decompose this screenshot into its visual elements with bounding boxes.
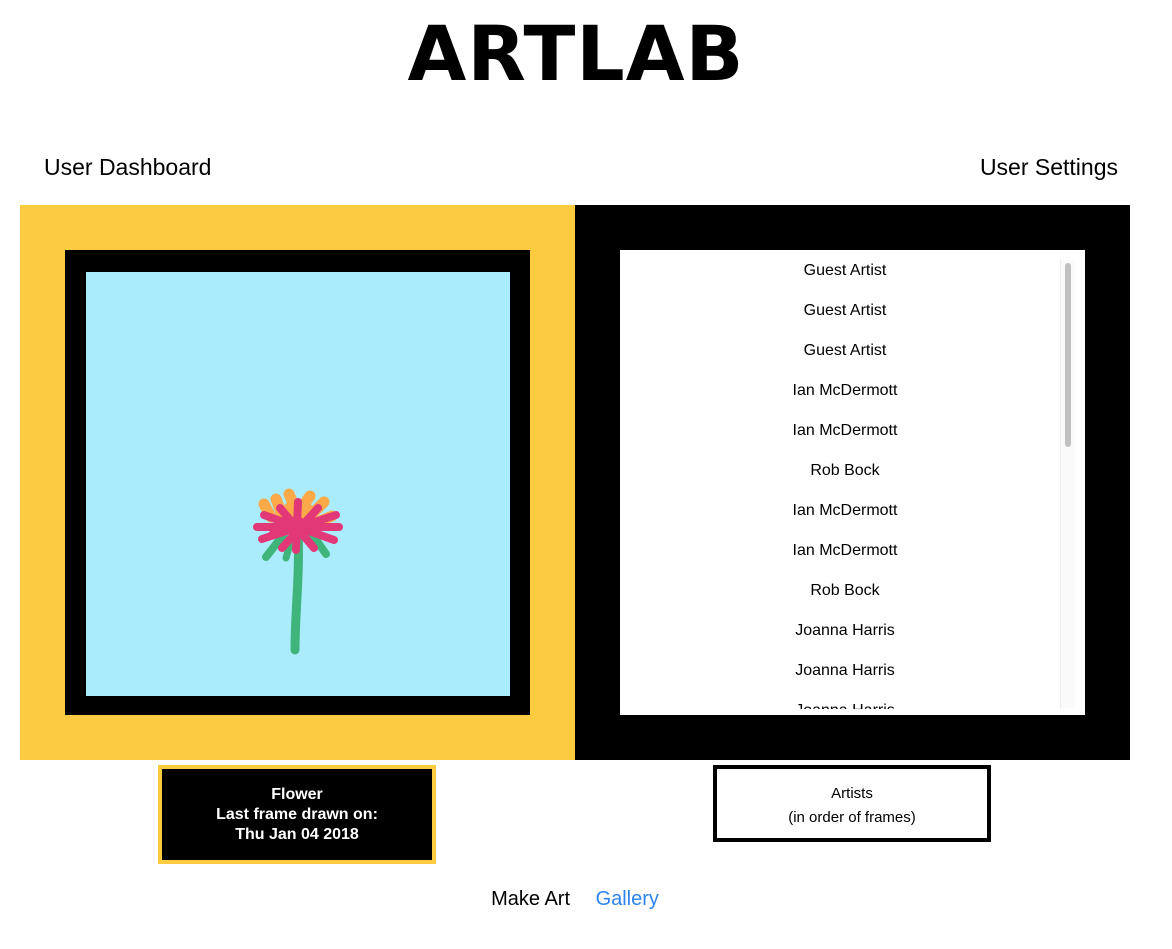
artist-items: Guest Artist Guest Artist Guest Artist I… xyxy=(620,250,1070,709)
list-item[interactable]: Ian McDermott xyxy=(620,531,1070,571)
artwork-caption: Flower Last frame drawn on: Thu Jan 04 2… xyxy=(158,765,436,864)
artists-caption-subtitle: (in order of frames) xyxy=(788,809,916,826)
list-item[interactable]: Guest Artist xyxy=(620,251,1070,291)
list-item[interactable]: Ian McDermott xyxy=(620,491,1070,531)
artists-caption: Artists (in order of frames) xyxy=(713,765,991,842)
artist-list[interactable]: Guest Artist Guest Artist Guest Artist I… xyxy=(620,250,1085,715)
gallery-link[interactable]: Gallery xyxy=(596,885,659,913)
list-item[interactable]: Guest Artist xyxy=(620,291,1070,331)
artwork-panel xyxy=(20,205,575,760)
user-dashboard-link[interactable]: User Dashboard xyxy=(44,152,211,182)
list-item[interactable]: Ian McDermott xyxy=(620,411,1070,451)
list-item[interactable]: Joanna Harris xyxy=(620,651,1070,691)
artist-list-scrollbar[interactable] xyxy=(1060,260,1075,708)
make-art-link[interactable]: Make Art xyxy=(491,885,570,913)
app-logo: ARTLAB xyxy=(407,9,745,98)
last-frame-date: Thu Jan 04 2018 xyxy=(235,826,359,843)
scrollbar-thumb[interactable] xyxy=(1065,263,1071,447)
artwork-frame xyxy=(65,250,530,715)
list-item[interactable]: Rob Bock xyxy=(620,451,1070,491)
artwork-title: Flower xyxy=(271,786,323,803)
last-frame-label: Last frame drawn on: xyxy=(216,806,378,823)
user-settings-link[interactable]: User Settings xyxy=(980,152,1118,182)
list-item[interactable]: Joanna Harris xyxy=(620,611,1070,651)
list-item[interactable]: Guest Artist xyxy=(620,331,1070,371)
list-item[interactable]: Joanna Harris xyxy=(620,691,1070,709)
artists-panel: Guest Artist Guest Artist Guest Artist I… xyxy=(575,205,1130,760)
list-item[interactable]: Rob Bock xyxy=(620,571,1070,611)
list-item[interactable]: Ian McDermott xyxy=(620,371,1070,411)
flower-drawing xyxy=(253,488,343,655)
artists-caption-title: Artists xyxy=(831,785,873,802)
footer-nav: Make Art Gallery xyxy=(0,885,1150,913)
artwork-canvas[interactable] xyxy=(86,272,510,696)
